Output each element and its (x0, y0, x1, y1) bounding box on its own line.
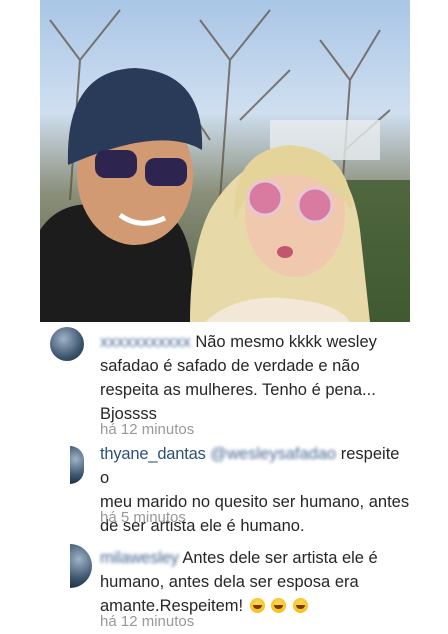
comment-1: xxxxxxxxxxx Não mesmo kkkk wesley safada… (0, 322, 448, 440)
selfie-photo (40, 9, 410, 322)
comment-3: milawesley Antes dele ser artista ele é … (0, 540, 448, 632)
comment-text-line: humano, antes dela ser esposa era (100, 573, 359, 591)
grinning-emoji-icon (249, 598, 265, 613)
post-photo (40, 0, 410, 322)
comment-time: há 12 minutos (100, 613, 195, 630)
mention-link[interactable]: @wesleysafadao (210, 442, 336, 466)
comment-text-line: safadao é safado de verdade e não (100, 357, 360, 375)
comment-username[interactable]: milawesley (100, 546, 179, 570)
comment-time: há 12 minutos (100, 421, 195, 438)
avatar[interactable] (70, 446, 84, 484)
comment-time: há 5 minutos (100, 509, 186, 526)
grinning-emoji-icon (292, 598, 308, 613)
username-blurred[interactable]: xxxxxxxxxxx (100, 330, 191, 354)
comment-username[interactable]: thyane_dantas (100, 445, 206, 463)
comment-text-line: Não mesmo kkkk wesley (195, 333, 377, 351)
comment-text-line: Antes dele ser artista ele é (182, 549, 378, 567)
avatar[interactable] (50, 327, 84, 361)
avatar[interactable] (70, 544, 92, 588)
grinning-emoji-icon (271, 598, 287, 613)
comment-text-line: respeita as mulheres. Tenho é pena... (100, 381, 376, 399)
comment-2: thyane_dantas @wesleysafadao respeite o … (0, 440, 448, 535)
